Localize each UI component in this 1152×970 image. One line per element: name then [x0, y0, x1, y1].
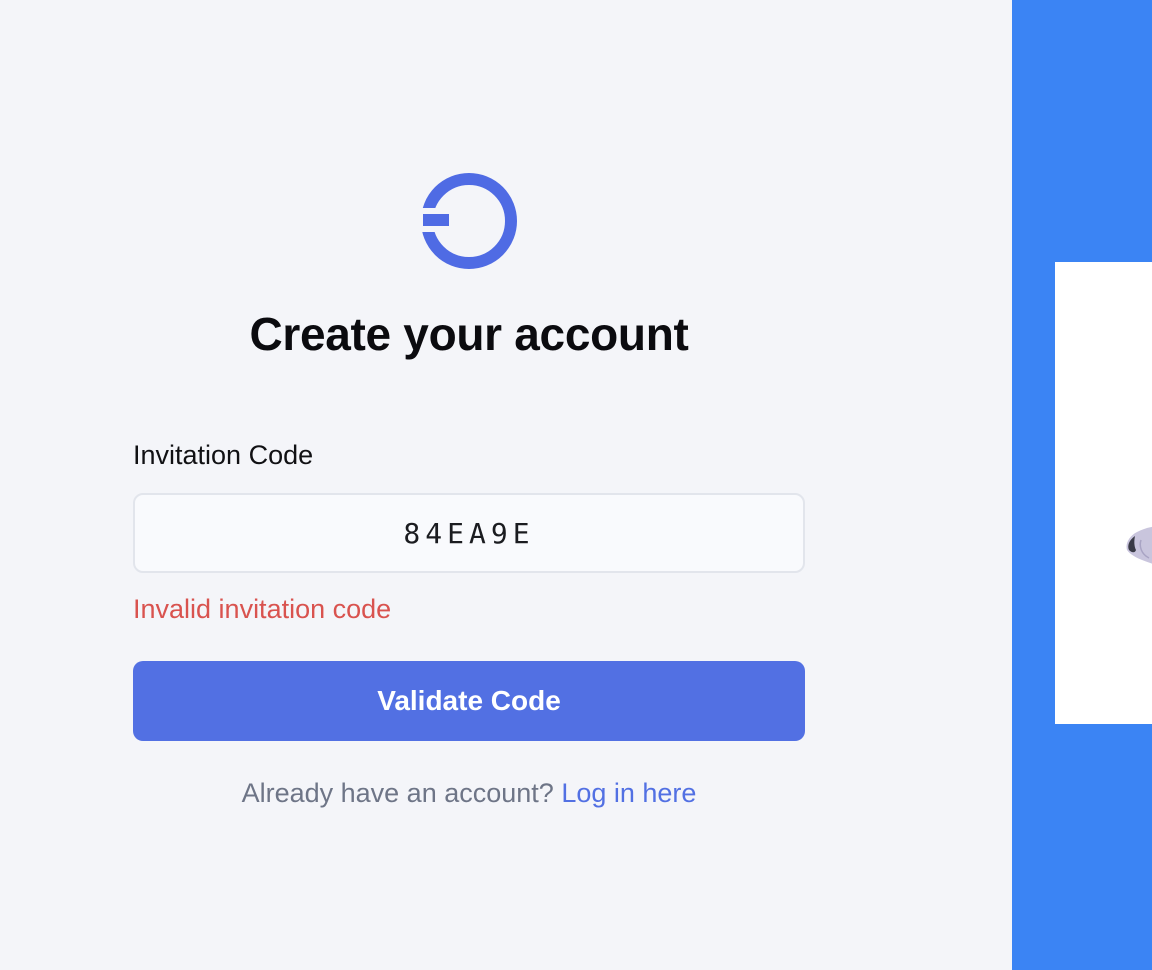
- invitation-code-label: Invitation Code: [133, 440, 314, 470]
- side-panel: [1012, 0, 1152, 970]
- preview-card: [1055, 262, 1152, 724]
- error-message: Invalid invitation code: [133, 594, 392, 624]
- login-prompt: Already have an account? Log in here: [133, 776, 805, 810]
- invitation-code-input[interactable]: [133, 493, 805, 573]
- validate-code-button[interactable]: Validate Code: [133, 661, 805, 741]
- illustration-icon: [1126, 526, 1152, 564]
- page-title: Create your account: [249, 308, 689, 360]
- login-link[interactable]: Log in here: [561, 778, 696, 808]
- login-prompt-text: Already have an account?: [241, 778, 554, 808]
- circle-logo-icon: [420, 173, 517, 269]
- signup-form-panel: Create your account Invitation Code Inva…: [0, 0, 1012, 970]
